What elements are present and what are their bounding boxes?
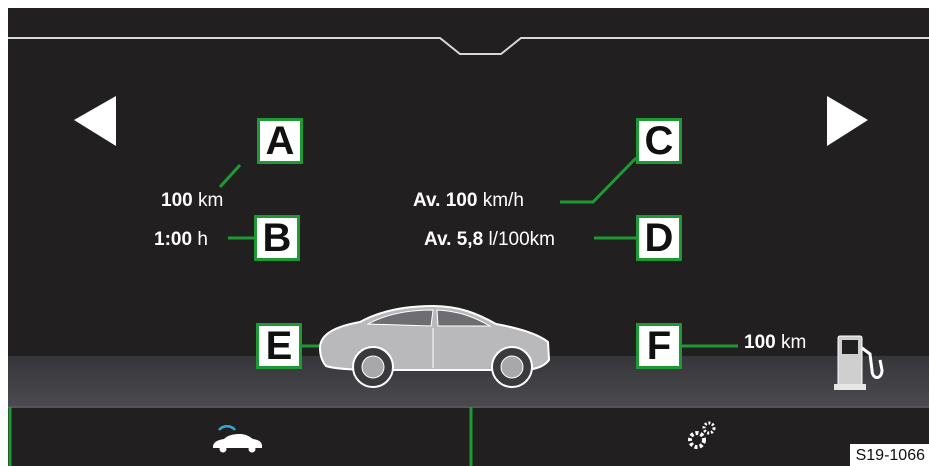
vehicle-status-button[interactable] bbox=[12, 406, 469, 466]
figure-code: S19-1066 bbox=[849, 444, 929, 466]
duration-value: 1:00 h bbox=[154, 229, 208, 250]
callout-d: D bbox=[636, 215, 682, 261]
callout-b: B bbox=[254, 215, 300, 261]
avg-consumption-value: Av. 5,8 l/100km bbox=[424, 229, 555, 250]
car-connection-icon bbox=[213, 425, 262, 453]
road-ground bbox=[8, 356, 929, 406]
callout-c: C bbox=[636, 118, 682, 164]
avg-speed-value: Av. 100 km/h bbox=[413, 190, 524, 211]
callout-f: F bbox=[636, 323, 682, 369]
trip-computer-screen: 100 km 1:00 h Av. 100 km/h Av. 5,8 l/100… bbox=[8, 8, 929, 466]
callout-e: E bbox=[256, 323, 302, 369]
range-value: 100 km bbox=[744, 332, 807, 353]
callout-a: A bbox=[257, 118, 303, 164]
distance-value: 100 km bbox=[161, 190, 224, 211]
